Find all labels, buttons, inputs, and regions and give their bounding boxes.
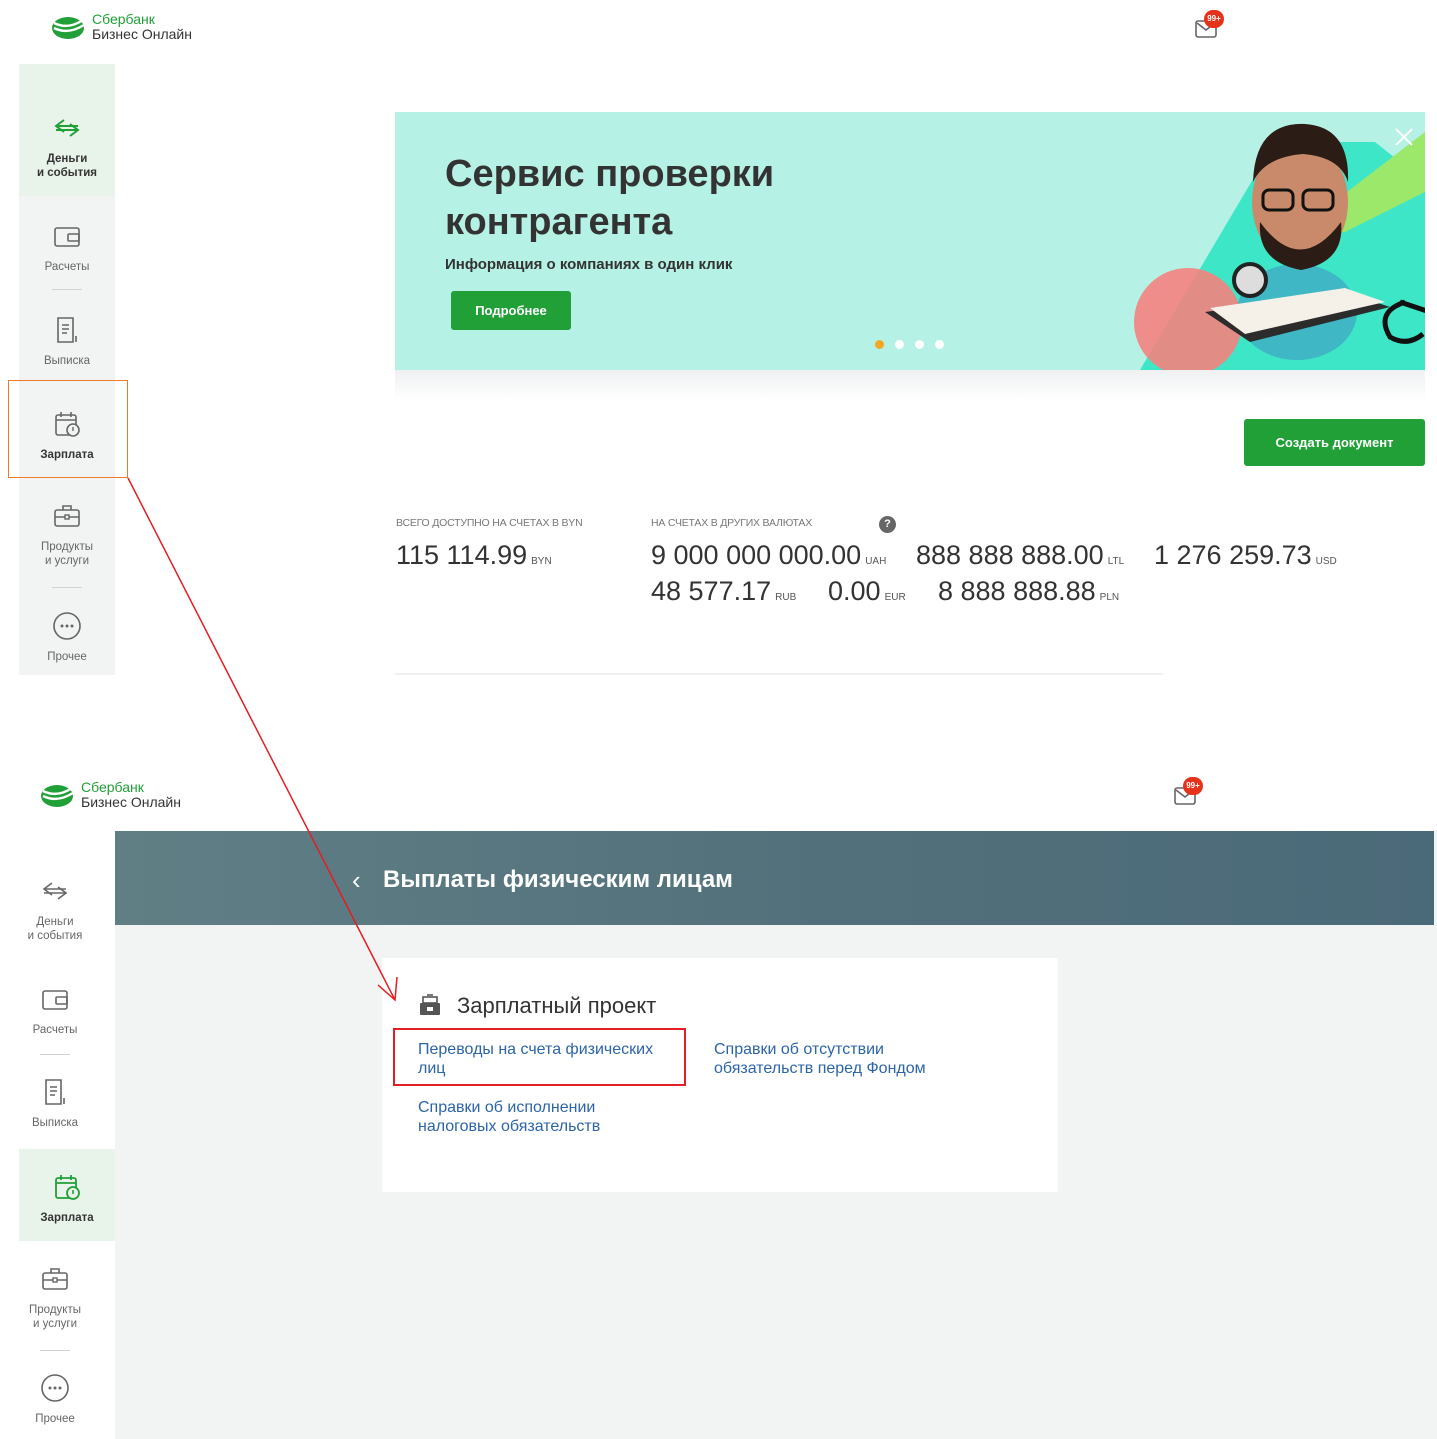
tutorial-canvas: Сбербанк Бизнес Онлайн 99+ Деньги и собы… [0, 0, 1437, 1439]
guide-arrow [127, 477, 398, 1002]
